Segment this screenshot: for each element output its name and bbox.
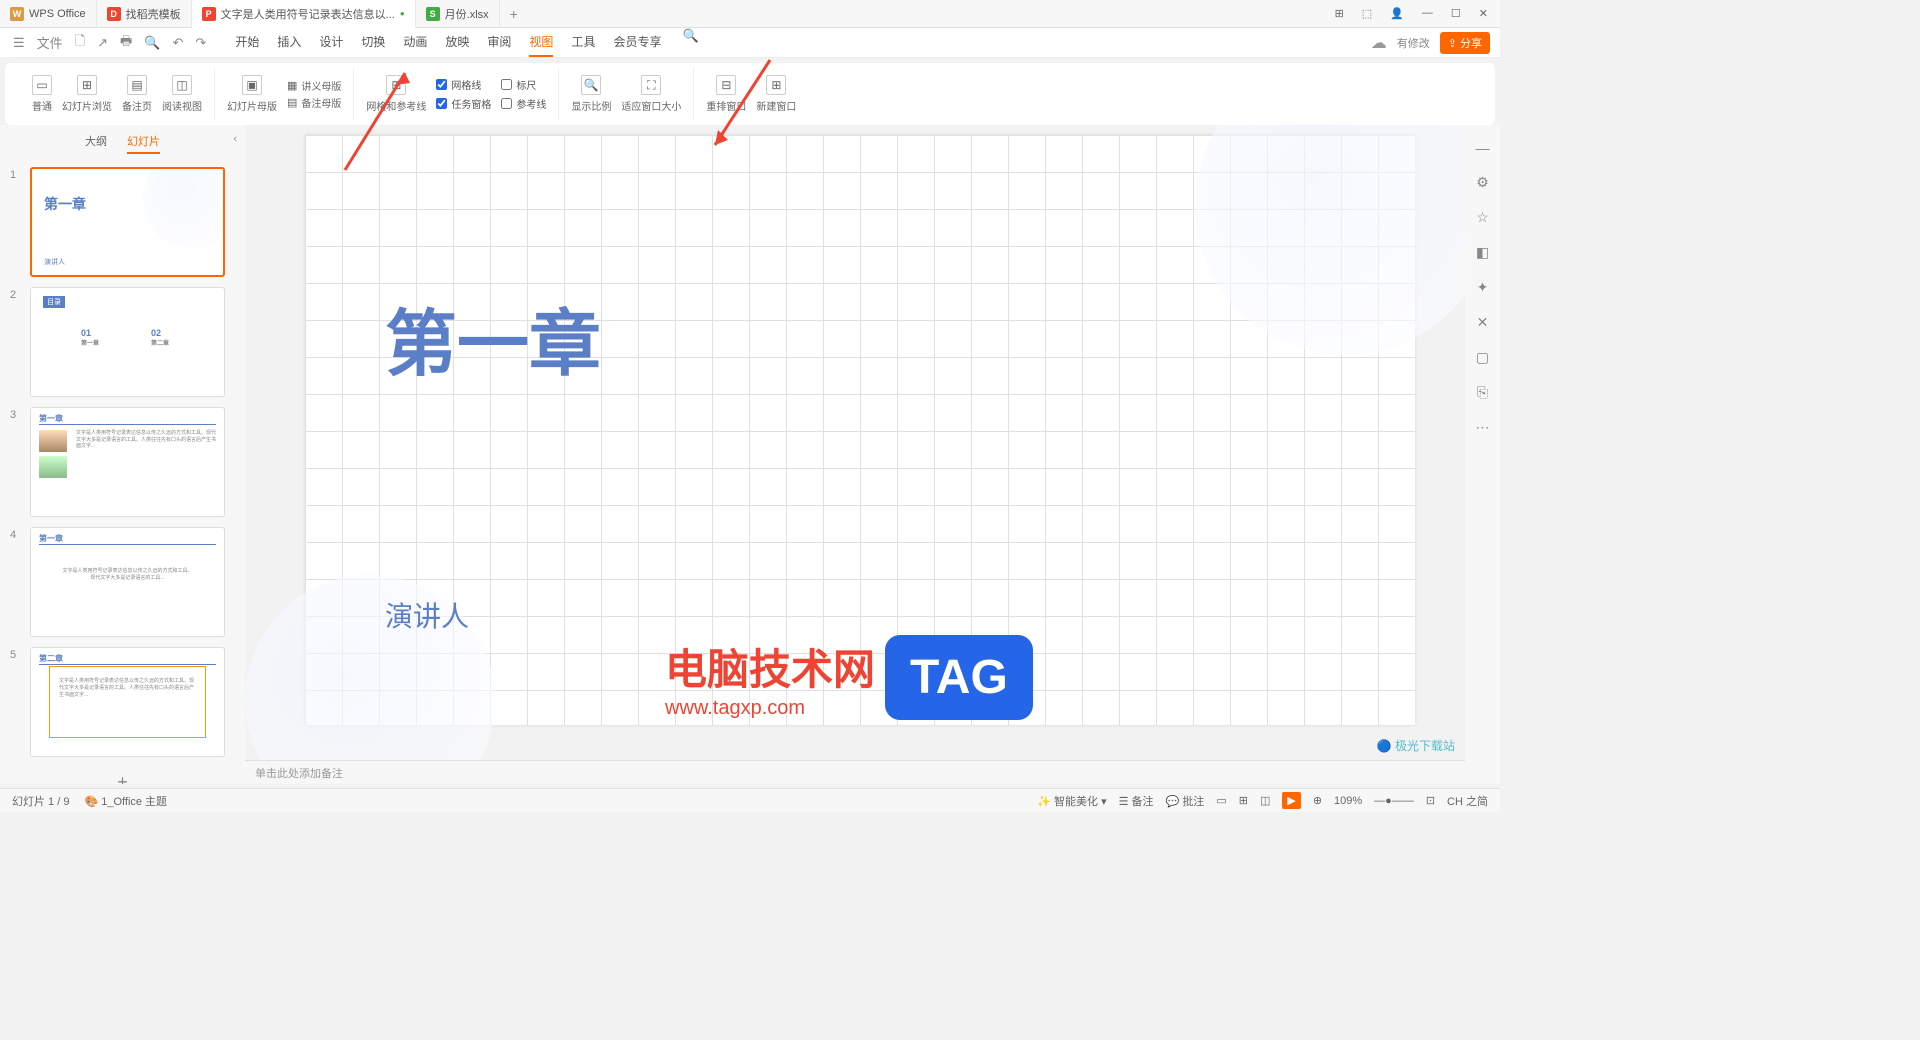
tab-view[interactable]: 视图 (529, 28, 553, 57)
menubar: ☰ 文件 🗋 ↗ 🖶 🔍 ↶ ↷ 开始 插入 设计 切换 动画 放映 审阅 视图… (0, 28, 1500, 58)
redo-icon[interactable]: ↷ (192, 35, 209, 51)
view-sorter[interactable]: ⊞幻灯片浏览 (62, 75, 112, 113)
notes-placeholder[interactable]: 单击此处添加备注 (245, 760, 1465, 784)
zoom-level[interactable]: 109% (1334, 795, 1362, 807)
print-icon[interactable]: 🖶 (117, 32, 135, 54)
search-icon[interactable]: 🔍 (679, 28, 701, 57)
tools-icon[interactable]: ✕ (1477, 314, 1489, 331)
thumb-1[interactable]: 第一章 演讲人 (30, 167, 225, 277)
tab-spreadsheet[interactable]: S月份.xlsx (416, 0, 500, 28)
cloud-icon[interactable]: ☁ (1371, 33, 1387, 53)
ribbon: ▭普通 ⊞幻灯片浏览 ▤备注页 ◫阅读视图 ▣幻灯片母版 ▦讲义母版 ▤备注母版… (5, 63, 1495, 125)
view-reading[interactable]: ◫阅读视图 (162, 75, 202, 113)
statusbar: 幻灯片 1 / 9 🎨 1_Office 主题 ✨ 智能美化 ▾ ☰ 备注 💬 … (0, 788, 1500, 812)
zoom-slider[interactable]: —●—— (1374, 795, 1414, 807)
check-ruler[interactable]: 标尺 (501, 77, 546, 92)
tab-wps[interactable]: WWPS Office (0, 0, 97, 28)
thumb-4[interactable]: 第一章 文字是人类用符号记录表达信息以传之久远的方式和工具。现代文字大多是记录语… (30, 527, 225, 637)
outline-tab[interactable]: 大纲 (85, 133, 107, 154)
avatar-icon[interactable]: 👤 (1390, 7, 1404, 20)
add-slide[interactable]: + (10, 767, 235, 784)
tab-presentation[interactable]: P文字是人类用符号记录表达信息以...● (192, 0, 416, 28)
notes-master[interactable]: ▤备注母版 (287, 95, 341, 110)
star-icon[interactable]: ☆ (1476, 209, 1489, 226)
effects-icon[interactable]: ✦ (1477, 279, 1489, 296)
right-toolbar: — ⚙ ☆ ◧ ✦ ✕ ▢ ⎘ ⋯ (1465, 125, 1500, 784)
watermark: 电脑技术网 www.tagxp.com TAG (665, 635, 1033, 720)
tab-animation[interactable]: 动画 (403, 28, 427, 57)
view-play-btn[interactable]: ▶ (1282, 792, 1300, 809)
check-gridlines[interactable]: 网格线 (436, 77, 491, 92)
view-reading-btn[interactable]: ◫ (1260, 794, 1270, 807)
handout-master[interactable]: ▦讲义母版 (287, 78, 341, 93)
fit-window[interactable]: ⛶适应窗口大小 (621, 75, 681, 113)
image-icon[interactable]: ▢ (1476, 349, 1489, 366)
ime-status: CH 之简 (1447, 793, 1488, 809)
tab-add[interactable]: + (500, 6, 528, 22)
titlebar: WWPS Office D找稻壳模板 P文字是人类用符号记录表达信息以...● … (0, 0, 1500, 28)
view-sorter-btn[interactable]: ⊞ (1239, 794, 1248, 807)
zoom-out[interactable]: ⊕ (1313, 794, 1322, 807)
tab-show[interactable]: 放映 (445, 28, 469, 57)
slide-master[interactable]: ▣幻灯片母版 (227, 75, 277, 113)
preview-icon[interactable]: 🔍 (141, 35, 163, 51)
minimize-icon[interactable]: — (1422, 7, 1433, 20)
link-icon[interactable]: ⎘ (1477, 384, 1488, 401)
save-icon[interactable]: 🗋 (72, 32, 88, 54)
thumbnail-panel: 大纲 幻灯片 ‹ 1 第一章 演讲人 2 目录 01第一章 02第二章 3 (0, 125, 245, 784)
tab-templates[interactable]: D找稻壳模板 (97, 0, 192, 28)
hamburger-icon[interactable]: ☰ (10, 35, 28, 51)
slide-title[interactable]: 第一章 (385, 285, 601, 390)
window-controls: ⊞ ⬚ 👤 — ☐ ✕ (1335, 7, 1500, 20)
tab-vip[interactable]: 会员专享 (613, 28, 661, 57)
tab-design[interactable]: 设计 (319, 28, 343, 57)
file-menu[interactable]: 文件 (34, 33, 66, 52)
slide-subtitle[interactable]: 演讲人 (385, 595, 469, 635)
arrange-windows[interactable]: ⊟重排窗口 (706, 75, 746, 113)
fit-btn[interactable]: ⊡ (1426, 794, 1435, 807)
beautify-btn[interactable]: ✨ 智能美化 ▾ (1037, 793, 1106, 809)
view-normal-btn[interactable]: ▭ (1216, 794, 1226, 807)
maximize-icon[interactable]: ☐ (1451, 7, 1461, 20)
collapse-icon[interactable]: ‹ (233, 133, 237, 145)
canvas: 第一章 演讲人 电脑技术网 www.tagxp.com TAG 🔵 极光下载站 … (245, 125, 1465, 784)
view-notes[interactable]: ▤备注页 (122, 75, 152, 113)
settings-icon[interactable]: ⚙ (1476, 174, 1489, 191)
zoom[interactable]: 🔍显示比例 (571, 75, 611, 113)
view-normal[interactable]: ▭普通 (32, 75, 52, 113)
close-icon[interactable]: ✕ (1479, 7, 1488, 20)
export-icon[interactable]: ↗ (94, 35, 111, 51)
check-guides[interactable]: 参考线 (501, 96, 546, 111)
more-icon[interactable]: ⋯ (1476, 419, 1490, 436)
slide-counter: 幻灯片 1 / 9 (12, 793, 69, 809)
check-taskpane[interactable]: 任务窗格 (436, 96, 491, 111)
thumb-5[interactable]: 第二章 文字是人类用符号记录表达信息以传之久远的方式和工具。现代文字大多是记录语… (30, 647, 225, 757)
thumbnail-list[interactable]: 1 第一章 演讲人 2 目录 01第一章 02第二章 3 第一章 (0, 162, 245, 784)
notes-btn[interactable]: ☰ 备注 (1119, 793, 1154, 809)
tab-transition[interactable]: 切换 (361, 28, 385, 57)
tab-tools[interactable]: 工具 (571, 28, 595, 57)
undo-icon[interactable]: ↶ (170, 35, 187, 51)
menu-tabs: 开始 插入 设计 切换 动画 放映 审阅 视图 工具 会员专享 🔍 (235, 28, 701, 57)
modify-status: 有修改 (1397, 35, 1430, 51)
share-button[interactable]: ⇪ 分享 (1440, 32, 1490, 54)
grid-guides[interactable]: ⊞网格和参考线 (366, 75, 426, 113)
theme-name[interactable]: 🎨 1_Office 主题 (84, 793, 167, 809)
thumb-3[interactable]: 第一章 文字是人类用符号记录表达信息以传之久远的方式和工具。现代文字大多是记录语… (30, 407, 225, 517)
tab-insert[interactable]: 插入 (277, 28, 301, 57)
slides-tab[interactable]: 幻灯片 (127, 133, 160, 154)
jg-logo: 🔵 极光下载站 (1377, 737, 1455, 754)
cube-icon[interactable]: ⬚ (1362, 7, 1372, 20)
tab-start[interactable]: 开始 (235, 28, 259, 57)
thumb-2[interactable]: 目录 01第一章 02第二章 (30, 287, 225, 397)
extension-icon[interactable]: ⊞ (1335, 7, 1344, 20)
tab-review[interactable]: 审阅 (487, 28, 511, 57)
new-window[interactable]: ⊞新建窗口 (756, 75, 796, 113)
layers-icon[interactable]: ◧ (1476, 244, 1489, 261)
comments-btn[interactable]: 💬 批注 (1166, 793, 1205, 809)
main-area: 大纲 幻灯片 ‹ 1 第一章 演讲人 2 目录 01第一章 02第二章 3 (0, 125, 1500, 784)
collapse-right-icon[interactable]: — (1476, 140, 1490, 156)
